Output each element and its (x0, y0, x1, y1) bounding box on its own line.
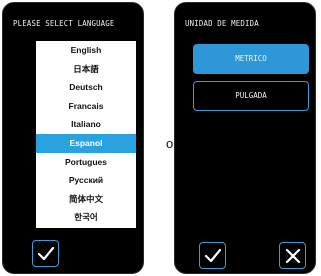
unit-option-metric[interactable]: METRICO (193, 44, 309, 74)
language-list: English 日本語 Deutsch Francais Italiano Es… (36, 41, 136, 228)
language-item-russian[interactable]: Русский (36, 171, 136, 190)
unit-cancel-button[interactable] (279, 242, 306, 269)
language-item-english[interactable]: English (36, 41, 136, 60)
language-item-german[interactable]: Deutsch (36, 78, 136, 97)
language-panel: PLEASE SELECT LANGUAGE English 日本語 Deuts… (2, 2, 144, 274)
close-icon (285, 248, 301, 264)
language-item-portuguese[interactable]: Portugues (36, 153, 136, 172)
language-panel-title: PLEASE SELECT LANGUAGE (13, 19, 115, 28)
language-item-korean[interactable]: 한국어 (36, 208, 136, 227)
unit-panel: UNIDAD DE MEDIDA (174, 2, 316, 274)
language-item-italian[interactable]: Italiano (36, 115, 136, 134)
language-item-french[interactable]: Francais (36, 97, 136, 116)
language-confirm-button[interactable] (32, 240, 59, 267)
language-item-chinese[interactable]: 简体中文 (36, 190, 136, 209)
side-text: o (166, 136, 174, 151)
check-icon (204, 248, 222, 263)
language-item-japanese[interactable]: 日本語 (36, 60, 136, 79)
unit-panel-title: UNIDAD DE MEDIDA (185, 19, 259, 28)
language-item-spanish[interactable]: Espanol (36, 133, 136, 153)
unit-confirm-button[interactable] (199, 242, 226, 269)
unit-option-inch[interactable]: PULGADA (193, 81, 309, 111)
check-icon (37, 246, 55, 261)
